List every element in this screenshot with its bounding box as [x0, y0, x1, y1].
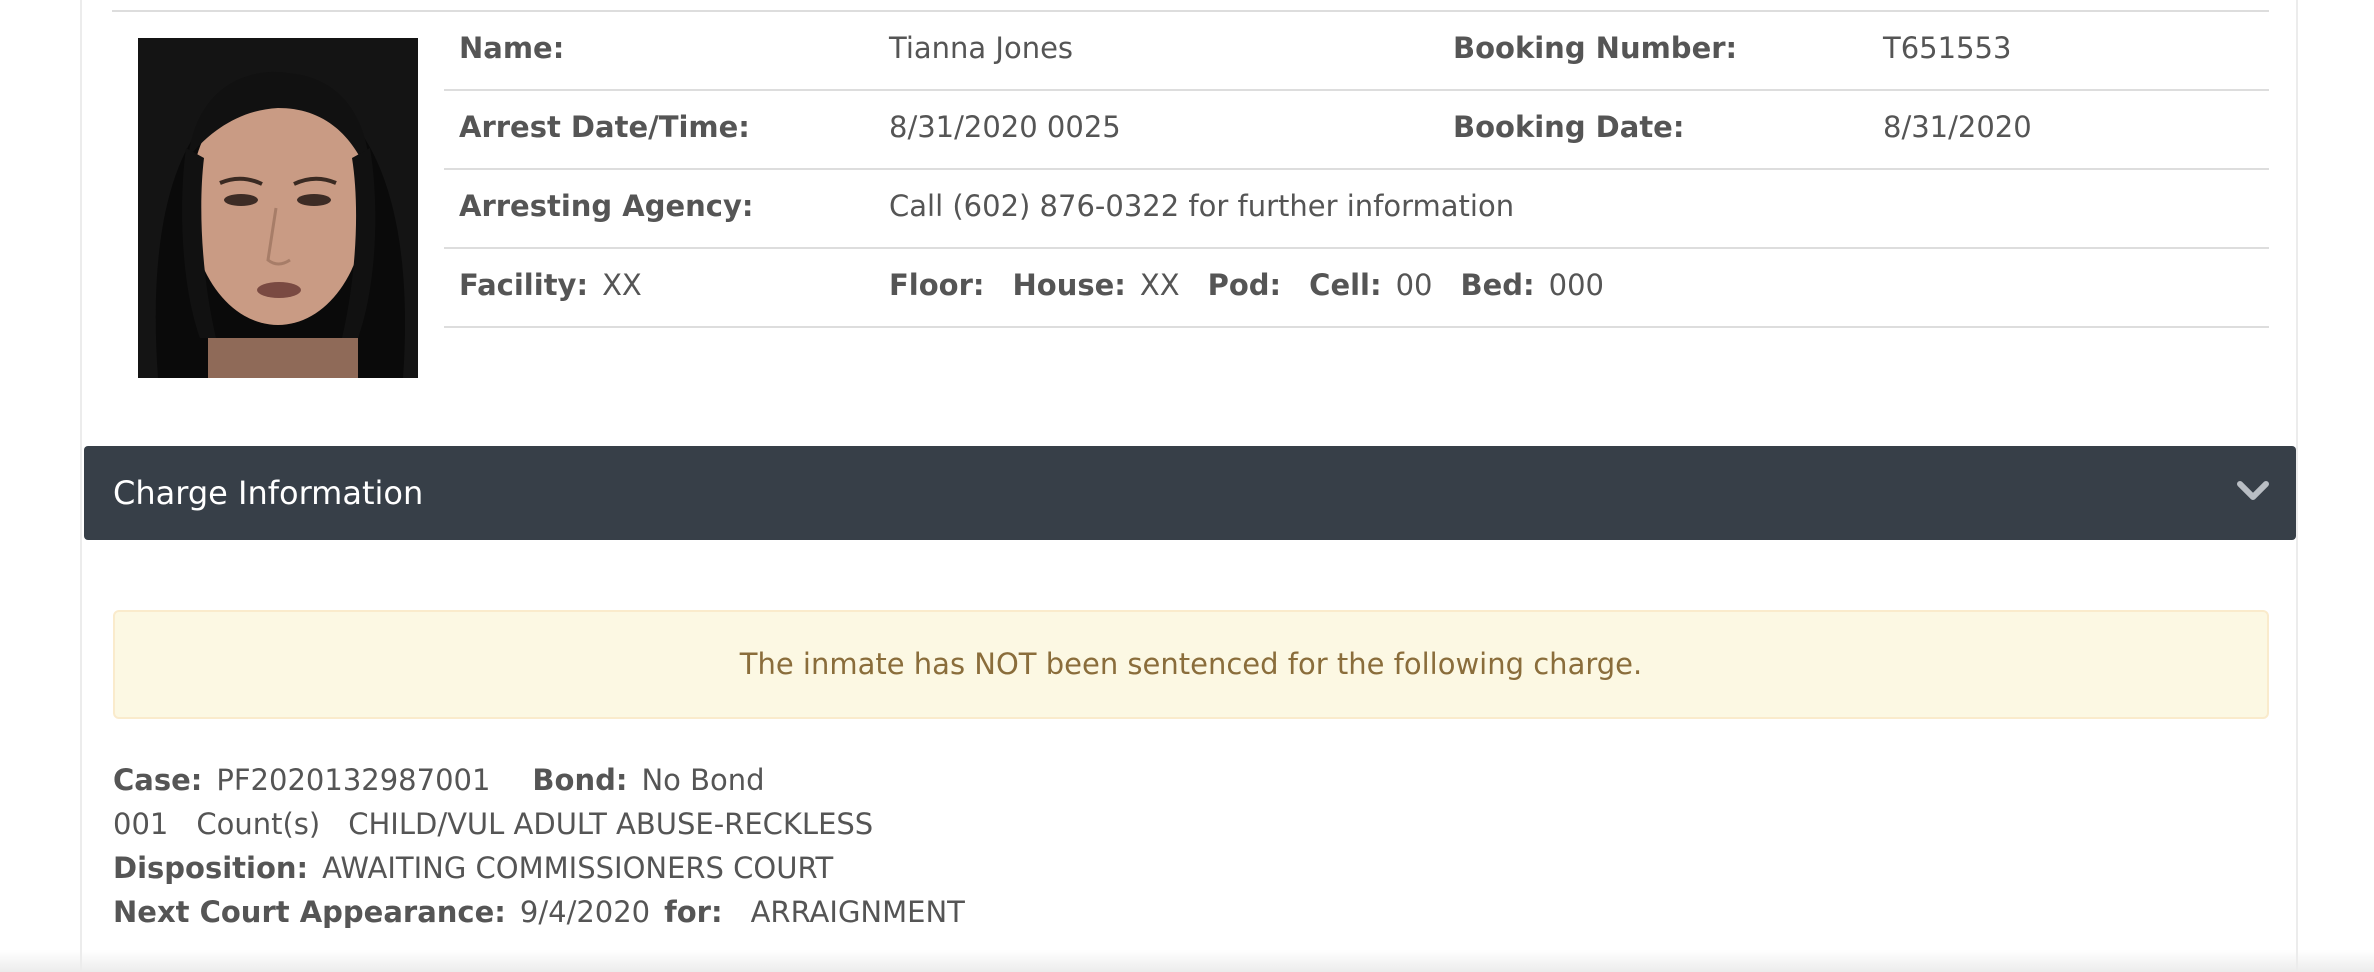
floor-label: Floor: [889, 268, 985, 302]
booking-date-value: 8/31/2020 [1883, 110, 2032, 144]
bond-label: Bond: [532, 763, 628, 797]
count-line: 001 Count(s) CHILD/VUL ADULT ABUSE-RECKLES… [113, 802, 965, 846]
info-row-arrest: Arrest Date/Time: 8/31/2020 0025 Booking… [444, 91, 2269, 170]
count-label: Count(s) [196, 807, 321, 841]
house-label: House: [1012, 268, 1126, 302]
bond-value: No Bond [641, 763, 765, 797]
booking-number-value: T651553 [1883, 31, 2012, 65]
booking-date-label: Booking Date: [1453, 110, 1685, 144]
info-row-name: Name: Tianna Jones Booking Number: T6515… [444, 12, 2269, 91]
facility-group: Facility: XX [459, 249, 642, 326]
case-number: PF2020132987001 [216, 763, 491, 797]
pod-label: Pod: [1207, 268, 1282, 302]
next-court-label: Next Court Appearance: [113, 895, 506, 929]
case-bond-line: Case: PF2020132987001 Bond: No Bond [113, 758, 965, 802]
info-row-location: Facility: XX Floor: House: XX Pod: Cell: 00 Bed… [444, 249, 2269, 328]
cell-label: Cell: [1309, 268, 1382, 302]
cell-value: 00 [1395, 268, 1433, 302]
info-row-agency: Arresting Agency: Call (602) 876-0322 fo… [444, 170, 2269, 249]
arrest-datetime-value: 8/31/2020 0025 [889, 110, 1121, 144]
inmate-mugshot-photo [138, 38, 418, 378]
arresting-agency-label: Arresting Agency: [459, 189, 754, 223]
name-label: Name: [459, 31, 565, 65]
disposition-line: Disposition: AWAITING COMMISSIONERS COURT [113, 846, 965, 890]
for-label: for: [664, 895, 723, 929]
container-border-left [80, 0, 82, 972]
charge-information-header[interactable]: Charge Information [84, 446, 2296, 540]
arrest-datetime-label: Arrest Date/Time: [459, 110, 750, 144]
charge-details: Case: PF2020132987001 Bond: No Bond 001 Coun… [113, 758, 965, 934]
facility-label: Facility: [459, 268, 589, 302]
house-value: XX [1139, 268, 1180, 302]
disposition-label: Disposition: [113, 851, 309, 885]
booking-number-label: Booking Number: [1453, 31, 1738, 65]
inmate-details-page: Name: Tianna Jones Booking Number: T6515… [0, 0, 2374, 972]
inmate-info-table: Name: Tianna Jones Booking Number: T6515… [444, 12, 2269, 328]
charge-information-title: Charge Information [113, 474, 424, 512]
sentencing-alert: The inmate has NOT been sentenced for th… [113, 610, 2269, 719]
container-border-right [2296, 0, 2298, 972]
chevron-down-icon[interactable] [2234, 472, 2272, 510]
name-value: Tianna Jones [889, 31, 1074, 65]
next-court-reason: ARRAIGNMENT [750, 895, 965, 929]
case-label: Case: [113, 763, 203, 797]
next-court-line: Next Court Appearance: 9/4/2020 for: ARRAIG… [113, 890, 965, 934]
disposition-value: AWAITING COMMISSIONERS COURT [322, 851, 834, 885]
bed-value: 000 [1548, 268, 1604, 302]
housing-group: Floor: House: XX Pod: Cell: 00 Bed: 000 [889, 249, 1604, 326]
charge-description: CHILD/VUL ADULT ABUSE-RECKLESS [348, 807, 874, 841]
bottom-shadow [0, 950, 2374, 972]
arresting-agency-value: Call (602) 876-0322 for further informat… [889, 189, 1515, 223]
facility-value: XX [602, 268, 642, 302]
count-number: 001 [113, 807, 169, 841]
next-court-date: 9/4/2020 [519, 895, 651, 929]
bed-label: Bed: [1460, 268, 1535, 302]
